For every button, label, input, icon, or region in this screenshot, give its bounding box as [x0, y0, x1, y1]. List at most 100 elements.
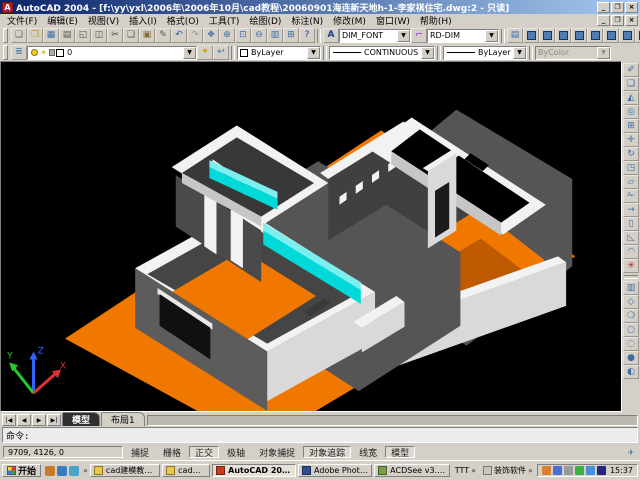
doc-restore-button[interactable]: ❐: [611, 15, 624, 26]
tray-icon-5[interactable]: [586, 466, 595, 475]
lineweight-control-combo[interactable]: ByLayer ▼: [443, 46, 527, 60]
zoom-previous-button[interactable]: ⊖: [251, 28, 267, 43]
language-indicator[interactable]: TTT »: [452, 466, 479, 475]
overflow-chevron-icon[interactable]: »: [528, 466, 533, 475]
menu-tools[interactable]: 工具(T): [204, 14, 245, 27]
layer-combo[interactable]: ☀ 0 ▼: [27, 46, 197, 60]
drawing-canvas[interactable]: Z Y X: [0, 61, 622, 412]
overflow-chevron-icon[interactable]: »: [471, 466, 476, 475]
model-space-toggle[interactable]: 模型: [385, 446, 415, 458]
plot-preview-button[interactable]: ◱: [75, 28, 91, 43]
tab-scroll-last[interactable]: ▶|: [47, 414, 61, 426]
menu-edit[interactable]: 编辑(E): [42, 14, 83, 27]
layer-on-icon[interactable]: [31, 49, 38, 56]
undo-button[interactable]: ↶: [171, 28, 187, 43]
2d-wireframe-button[interactable]: ❍: [623, 309, 639, 323]
desk-band[interactable]: 装饰软件 »: [481, 465, 535, 476]
app-icon[interactable]: A: [2, 2, 13, 13]
new-file-button[interactable]: ❏: [11, 28, 27, 43]
communication-center-icon[interactable]: ✈: [625, 446, 637, 458]
designcenter-button[interactable]: ⊞: [283, 28, 299, 43]
render-button[interactable]: ▥: [623, 281, 639, 295]
horizontal-scrollbar[interactable]: [147, 415, 638, 426]
front-view-button[interactable]: [587, 28, 603, 43]
doc-minimize-button[interactable]: _: [597, 15, 610, 26]
zoom-realtime-button[interactable]: ⊕: [219, 28, 235, 43]
toolbar-drag-handle[interactable]: [3, 28, 8, 43]
menu-draw[interactable]: 绘图(D): [244, 14, 286, 27]
array-button[interactable]: ⊞: [623, 119, 639, 133]
properties-button[interactable]: ▥: [267, 28, 283, 43]
menu-modify[interactable]: 修改(M): [328, 14, 371, 27]
tab-scroll-next[interactable]: ▶: [32, 414, 46, 426]
tab-layout1[interactable]: 布局1: [101, 412, 145, 426]
ortho-toggle[interactable]: 正交: [189, 446, 219, 458]
toolbar-drag-handle[interactable]: [3, 45, 8, 60]
close-button[interactable]: ×: [625, 2, 638, 13]
color-control-combo[interactable]: ByLayer ▼: [237, 46, 321, 60]
chevron-down-icon[interactable]: ▼: [183, 47, 196, 59]
rotate-button[interactable]: ↻: [623, 147, 639, 161]
menu-dimension[interactable]: 标注(N): [286, 14, 328, 27]
copy-object-button[interactable]: ❑: [623, 77, 639, 91]
save-button[interactable]: ▦: [43, 28, 59, 43]
otrack-toggle[interactable]: 对象追踪: [303, 446, 351, 458]
command-input[interactable]: 命令:: [2, 427, 638, 443]
menu-insert[interactable]: 插入(I): [124, 14, 162, 27]
text-style-combo[interactable]: DIM_FONT ▼: [339, 29, 411, 43]
osnap-toggle[interactable]: 对象捕捉: [253, 446, 301, 458]
stretch-button[interactable]: ▱: [623, 175, 639, 189]
menu-help[interactable]: 帮助(H): [415, 14, 457, 27]
chamfer-button[interactable]: ◺: [623, 231, 639, 245]
text-style-button[interactable]: A: [323, 28, 339, 43]
lineweight-toggle[interactable]: 线宽: [353, 446, 383, 458]
hide-button[interactable]: ◇: [623, 295, 639, 309]
extend-button[interactable]: →: [623, 203, 639, 217]
right-view-button[interactable]: [571, 28, 587, 43]
dim-style-button[interactable]: ⌐: [411, 28, 427, 43]
break-button[interactable]: ▯: [623, 217, 639, 231]
offset-button[interactable]: ◎: [623, 105, 639, 119]
layer-previous-button[interactable]: ↩: [213, 45, 229, 60]
overflow-chevron-icon[interactable]: »: [83, 466, 88, 475]
pan-button[interactable]: ❖: [203, 28, 219, 43]
bottom-view-button[interactable]: [539, 28, 555, 43]
mirror-button[interactable]: ◭: [623, 91, 639, 105]
task-cad-modeling-folder[interactable]: cad建模教程...: [90, 464, 160, 477]
tab-model[interactable]: 模型: [62, 412, 100, 426]
help-button[interactable]: ?: [299, 28, 315, 43]
layer-manager-button[interactable]: ≣: [11, 45, 27, 60]
plot-button[interactable]: ▤: [59, 28, 75, 43]
zoom-window-button[interactable]: ⊡: [235, 28, 251, 43]
task-cad-folder[interactable]: cad教程: [162, 464, 210, 477]
menu-window[interactable]: 窗口(W): [371, 14, 415, 27]
cut-button[interactable]: ✂: [107, 28, 123, 43]
tray-icon-3[interactable]: [564, 466, 573, 475]
menu-view[interactable]: 视图(V): [83, 14, 124, 27]
snap-toggle[interactable]: 捕捉: [125, 446, 155, 458]
publish-button[interactable]: ◫: [91, 28, 107, 43]
redo-button[interactable]: ↷: [187, 28, 203, 43]
gouraud-shaded-button[interactable]: ◐: [623, 365, 639, 379]
linetype-control-combo[interactable]: CONTINUOUS ▼: [329, 46, 435, 60]
tab-scroll-prev[interactable]: ◀: [17, 414, 31, 426]
layer-freeze-icon[interactable]: ☀: [40, 49, 47, 57]
polar-toggle[interactable]: 极轴: [221, 446, 251, 458]
back-view-button[interactable]: [603, 28, 619, 43]
make-object-layer-current-button[interactable]: ✦: [197, 45, 213, 60]
task-autocad[interactable]: AutoCAD 200...: [212, 464, 296, 477]
paste-button[interactable]: ▣: [139, 28, 155, 43]
tray-icon-4[interactable]: [575, 466, 584, 475]
left-view-button[interactable]: [555, 28, 571, 43]
tray-icon-1[interactable]: [542, 466, 551, 475]
menu-format[interactable]: 格式(O): [162, 14, 204, 27]
doc-close-button[interactable]: ×: [625, 15, 638, 26]
layer-lock-icon[interactable]: [49, 49, 55, 56]
start-button[interactable]: 开始: [2, 464, 41, 477]
tray-icon-6[interactable]: [597, 466, 606, 475]
minimize-button[interactable]: _: [597, 2, 610, 13]
erase-button[interactable]: ✐: [623, 63, 639, 77]
tray-icon-2[interactable]: [553, 466, 562, 475]
quicklaunch-desktop-icon[interactable]: [57, 466, 67, 476]
scale-button[interactable]: ◳: [623, 161, 639, 175]
